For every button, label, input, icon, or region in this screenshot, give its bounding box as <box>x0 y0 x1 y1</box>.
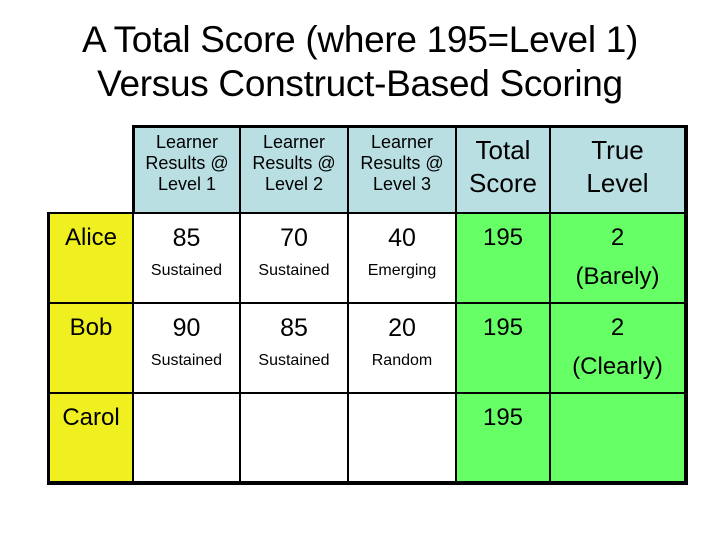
header-text: Learner <box>370 132 434 152</box>
total-score: 195 <box>482 404 524 431</box>
table-cell: 20 Random <box>349 302 457 392</box>
true-level-cell <box>551 392 688 485</box>
level-label: Sustained <box>258 262 330 279</box>
table-cell: 40 Emerging <box>349 212 457 302</box>
level-label: Sustained <box>258 352 330 369</box>
title-line-1: A Total Score (where 195=Level 1) <box>81 19 639 60</box>
table-cell <box>241 392 349 485</box>
level-score: 85 <box>172 224 201 252</box>
header-text: True <box>591 135 644 165</box>
level-score: 90 <box>172 314 201 342</box>
table-cell: 70 Sustained <box>241 212 349 302</box>
level-score: 85 <box>280 314 308 342</box>
table-cell: 85 Sustained <box>134 212 241 302</box>
table-cell: 90 Sustained <box>134 302 241 392</box>
title-line-2: Versus Construct-Based Scoring <box>97 63 623 104</box>
header-true-level: True Level <box>551 125 688 214</box>
level-label: Sustained <box>150 352 223 369</box>
true-level-value: 2 <box>610 314 625 341</box>
header-text: Level 2 <box>264 174 324 194</box>
level-score: 70 <box>280 224 308 252</box>
true-level-qualifier: (Clearly) <box>572 353 663 380</box>
slide-title: A Total Score (where 195=Level 1) Versus… <box>0 18 720 106</box>
true-level-value: 2 <box>610 224 625 251</box>
header-text: Level 3 <box>372 174 432 194</box>
level-label: Sustained <box>150 262 223 279</box>
total-score-cell: 195 <box>457 392 551 485</box>
table-cell: 85 Sustained <box>241 302 349 392</box>
row-name-carol: Carol <box>47 392 134 485</box>
true-level-qualifier: (Barely) <box>575 263 660 290</box>
header-total-score: Total Score <box>457 125 551 214</box>
total-score: 195 <box>482 314 524 341</box>
header-text: Results @ <box>252 153 336 173</box>
level-label: Random <box>371 352 433 369</box>
header-text: Learner <box>262 132 326 152</box>
total-score-cell: 195 <box>457 212 551 302</box>
table-cell <box>134 392 241 485</box>
header-text: Score <box>469 168 537 198</box>
header-level-3: Learner Results @ Level 3 <box>349 125 457 214</box>
header-level-1: Learner Results @ Level 1 <box>132 125 241 214</box>
level-score: 20 <box>388 314 416 342</box>
header-text: Total <box>475 135 531 165</box>
header-text: Results @ <box>145 153 229 173</box>
true-level-cell: 2 (Barely) <box>551 212 688 302</box>
header-text: Learner <box>155 132 219 152</box>
header-text: Level <box>586 168 649 198</box>
total-score-cell: 195 <box>457 302 551 392</box>
level-score: 40 <box>388 224 416 252</box>
header-level-2: Learner Results @ Level 2 <box>241 125 349 214</box>
row-name-alice: Alice <box>47 212 134 302</box>
row-name-bob: Bob <box>47 302 134 392</box>
header-text: Results @ <box>360 153 444 173</box>
table-cell <box>349 392 457 485</box>
level-label: Emerging <box>367 262 437 279</box>
true-level-cell: 2 (Clearly) <box>551 302 688 392</box>
header-text: Level 1 <box>157 174 217 194</box>
total-score: 195 <box>482 224 524 251</box>
